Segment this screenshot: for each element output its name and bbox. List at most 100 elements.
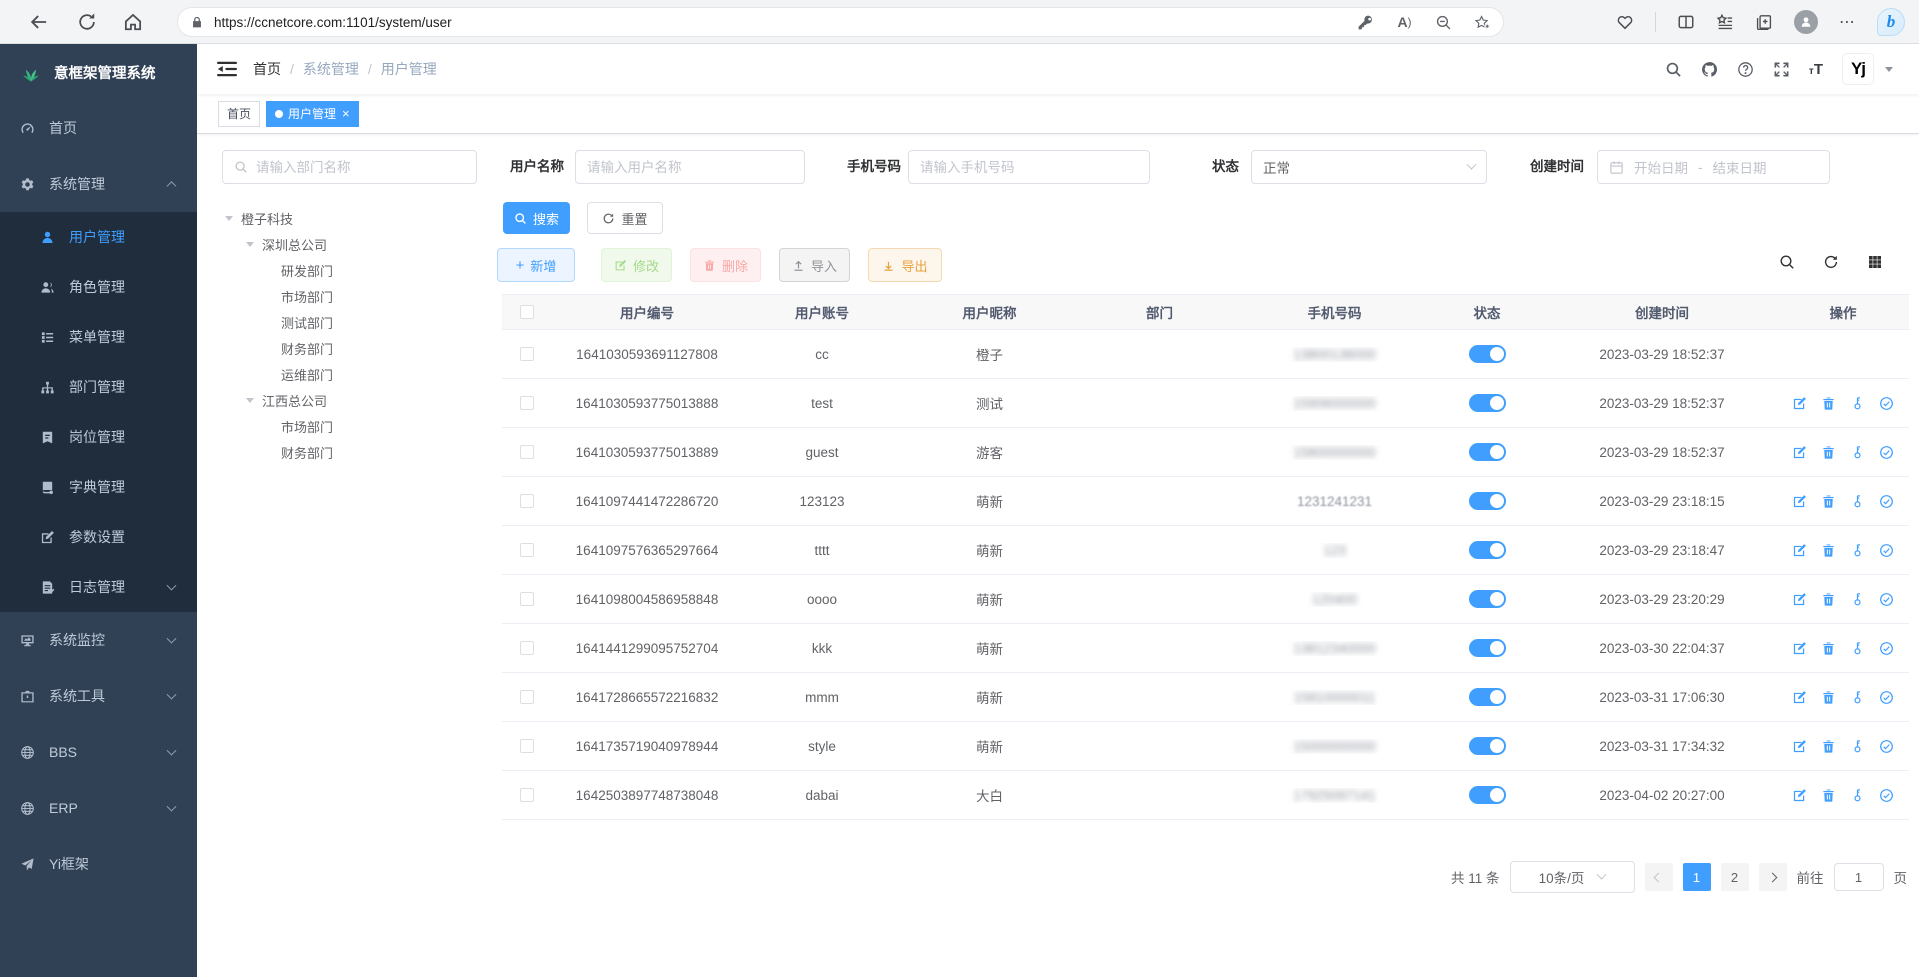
bing-icon[interactable]: b (1877, 8, 1905, 36)
favorites-bar-icon[interactable] (1716, 13, 1734, 31)
sidebar-item[interactable]: ERP (0, 780, 197, 836)
row-checkbox[interactable] (520, 592, 534, 606)
show-search-icon[interactable] (1779, 254, 1795, 270)
reset-password-key-icon[interactable] (1850, 641, 1865, 656)
assign-role-check-icon[interactable] (1879, 788, 1894, 803)
sidebar-item[interactable]: 用户管理 (0, 212, 197, 262)
tab-user-management[interactable]: 用户管理 × (266, 101, 359, 127)
row-checkbox[interactable] (520, 788, 534, 802)
row-checkbox[interactable] (520, 690, 534, 704)
column-grid-icon[interactable] (1867, 254, 1883, 270)
favorite-add-icon[interactable] (1474, 14, 1491, 31)
reset-password-key-icon[interactable] (1850, 396, 1865, 411)
status-toggle[interactable] (1469, 688, 1506, 706)
assign-role-check-icon[interactable] (1879, 641, 1894, 656)
export-button[interactable]: 导出 (868, 248, 942, 282)
tree-node[interactable]: 研发部门 (222, 257, 477, 283)
sidebar-item[interactable]: 系统管理 (0, 156, 197, 212)
delete-row-icon[interactable] (1821, 788, 1836, 803)
phone-field[interactable] (920, 160, 1138, 175)
date-end-placeholder[interactable]: 结束日期 (1713, 157, 1767, 177)
status-toggle[interactable] (1469, 492, 1506, 510)
lock-icon[interactable] (190, 15, 204, 29)
status-toggle[interactable] (1469, 443, 1506, 461)
page-1-button[interactable]: 1 (1683, 863, 1711, 891)
row-checkbox[interactable] (520, 396, 534, 410)
font-size-icon[interactable]: тT (1809, 61, 1823, 78)
sidebar-item[interactable]: 首页 (0, 100, 197, 156)
sidebar-item[interactable]: 系统工具 (0, 668, 197, 724)
date-range-picker[interactable]: 开始日期 - 结束日期 (1597, 150, 1830, 184)
username-input[interactable] (575, 150, 805, 184)
url-text[interactable]: https://ccnetcore.com:1101/system/user (214, 15, 1357, 30)
reset-password-key-icon[interactable] (1850, 445, 1865, 460)
help-icon[interactable] (1737, 61, 1754, 78)
edit-row-icon[interactable] (1792, 494, 1807, 509)
sidebar-item[interactable]: 部门管理 (0, 362, 197, 412)
password-key-icon[interactable] (1357, 14, 1374, 31)
reset-password-key-icon[interactable] (1850, 788, 1865, 803)
sidebar-item[interactable]: 日志管理 (0, 562, 197, 612)
assign-role-check-icon[interactable] (1879, 445, 1894, 460)
reset-password-key-icon[interactable] (1850, 592, 1865, 607)
assign-role-check-icon[interactable] (1879, 690, 1894, 705)
tree-node[interactable]: 深圳总公司 (222, 231, 477, 257)
edit-row-icon[interactable] (1792, 641, 1807, 656)
edit-row-icon[interactable] (1792, 788, 1807, 803)
assign-role-check-icon[interactable] (1879, 739, 1894, 754)
date-start-placeholder[interactable]: 开始日期 (1634, 157, 1688, 177)
tree-node[interactable]: 橙子科技 (222, 205, 477, 231)
add-button[interactable]: + 新增 (497, 248, 575, 282)
delete-row-icon[interactable] (1821, 592, 1836, 607)
delete-button[interactable]: 删除 (690, 248, 761, 282)
status-toggle[interactable] (1469, 639, 1506, 657)
sidebar-collapse-icon[interactable] (217, 60, 237, 78)
delete-row-icon[interactable] (1821, 641, 1836, 656)
split-screen-icon[interactable] (1677, 13, 1695, 31)
delete-row-icon[interactable] (1821, 445, 1836, 460)
fullscreen-icon[interactable] (1773, 61, 1790, 78)
tree-caret-icon[interactable] (225, 216, 233, 221)
reset-password-key-icon[interactable] (1850, 739, 1865, 754)
read-aloud-icon[interactable]: A) (1396, 14, 1413, 31)
tree-node[interactable]: 财务部门 (222, 335, 477, 361)
assign-role-check-icon[interactable] (1879, 494, 1894, 509)
status-toggle[interactable] (1469, 786, 1506, 804)
sidebar-item[interactable]: 字典管理 (0, 462, 197, 512)
reset-button[interactable]: 重置 (587, 202, 663, 234)
assign-role-check-icon[interactable] (1879, 592, 1894, 607)
tab-home[interactable]: 首页 (218, 101, 260, 127)
tree-node[interactable]: 市场部门 (222, 283, 477, 309)
sidebar-item[interactable]: 角色管理 (0, 262, 197, 312)
avatar-caret-icon[interactable] (1885, 67, 1893, 72)
prev-page-button[interactable] (1645, 863, 1673, 891)
row-checkbox[interactable] (520, 641, 534, 655)
reset-password-key-icon[interactable] (1850, 690, 1865, 705)
sidebar-item[interactable]: 岗位管理 (0, 412, 197, 462)
page-size-select[interactable]: 10条/页 (1510, 861, 1635, 893)
edit-row-icon[interactable] (1792, 543, 1807, 558)
dept-search-field[interactable] (256, 160, 465, 175)
phone-input[interactable] (908, 150, 1150, 184)
status-select[interactable]: 正常 (1251, 150, 1487, 184)
dept-search-input[interactable] (222, 150, 477, 184)
next-page-button[interactable] (1759, 863, 1787, 891)
tab-close-icon[interactable]: × (342, 107, 350, 120)
edit-row-icon[interactable] (1792, 739, 1807, 754)
delete-row-icon[interactable] (1821, 396, 1836, 411)
tree-node[interactable]: 测试部门 (222, 309, 477, 335)
edit-row-icon[interactable] (1792, 445, 1807, 460)
sidebar-item[interactable]: BBS (0, 724, 197, 780)
delete-row-icon[interactable] (1821, 690, 1836, 705)
tree-caret-icon[interactable] (246, 242, 254, 247)
tree-node[interactable]: 运维部门 (222, 361, 477, 387)
browser-home-icon[interactable] (122, 11, 144, 33)
browser-more-icon[interactable]: ⋯ (1839, 12, 1856, 32)
github-icon[interactable] (1701, 61, 1718, 78)
collections-icon[interactable] (1755, 13, 1773, 31)
status-toggle[interactable] (1469, 345, 1506, 363)
username-field[interactable] (587, 160, 793, 175)
edit-row-icon[interactable] (1792, 690, 1807, 705)
breadcrumb-home[interactable]: 首页 (253, 59, 281, 79)
tree-caret-icon[interactable] (246, 398, 254, 403)
